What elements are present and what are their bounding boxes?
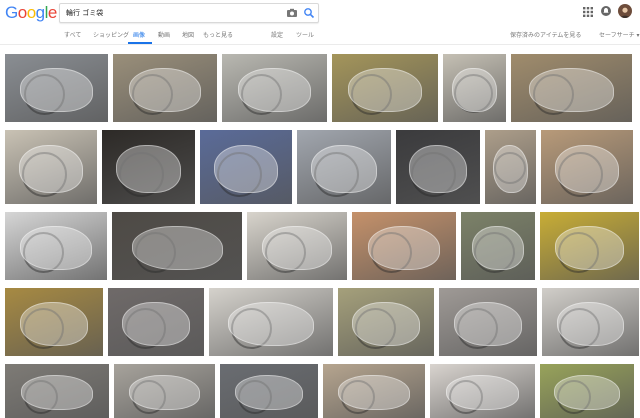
bicycle-wheel-shape (457, 308, 498, 349)
bicycle-wheel-shape (132, 74, 173, 115)
active-tab-indicator (128, 42, 152, 44)
image-result[interactable] (200, 130, 292, 204)
bicycle-wheel-shape (22, 152, 67, 197)
bicycle-wheel-shape (557, 380, 591, 414)
tab-videos[interactable]: 動画 (158, 30, 170, 39)
google-logo[interactable]: Google (5, 3, 57, 23)
logo-letter: e (47, 3, 57, 22)
bicycle-wheel-shape (533, 74, 574, 115)
image-result[interactable] (108, 288, 204, 356)
tab-maps[interactable]: 地図 (182, 30, 194, 39)
image-result[interactable] (430, 364, 535, 418)
logo-letter: G (5, 3, 18, 22)
logo-letter: o (26, 3, 36, 22)
image-result[interactable] (439, 288, 537, 356)
tab-settings[interactable]: 設定 (271, 30, 283, 39)
image-result[interactable] (5, 54, 108, 122)
image-result[interactable] (209, 288, 333, 356)
bicycle-wheel-shape (341, 380, 375, 414)
bicycle-wheel-shape (558, 152, 603, 197)
image-result[interactable] (222, 54, 327, 122)
tab-tools[interactable]: ツール (296, 30, 314, 39)
bicycle-wheel-shape (217, 152, 262, 197)
avatar[interactable] (618, 4, 632, 18)
bicycle-wheel-shape (23, 308, 64, 349)
tab-more[interactable]: もっと見る (203, 30, 233, 39)
bicycle-wheel-shape (231, 308, 272, 349)
logo-letter: g (35, 3, 45, 22)
image-result[interactable] (540, 212, 639, 280)
bicycle-wheel-shape (351, 74, 392, 115)
bicycle-wheel-shape (559, 308, 600, 349)
image-result[interactable] (396, 130, 480, 204)
tab-images[interactable]: 画像 (133, 30, 145, 39)
logo-letter: o (17, 3, 27, 22)
image-result[interactable] (114, 364, 215, 418)
bicycle-wheel-shape (238, 380, 272, 414)
bicycle-wheel-shape (23, 232, 64, 273)
search-icon[interactable] (303, 7, 315, 19)
bicycle-wheel-shape (474, 232, 515, 273)
bicycle-wheel-shape (449, 380, 483, 414)
image-result[interactable] (5, 212, 107, 280)
image-result[interactable] (511, 54, 632, 122)
bicycle-wheel-shape (314, 152, 359, 197)
bicycle-wheel-shape (454, 74, 493, 113)
image-result[interactable] (542, 288, 639, 356)
image-result[interactable] (540, 364, 634, 418)
bell-icon[interactable] (600, 5, 612, 17)
apps-grid-icon[interactable] (583, 7, 593, 17)
image-result[interactable] (220, 364, 318, 418)
bicycle-wheel-shape (241, 74, 282, 115)
image-result[interactable] (113, 54, 217, 122)
image-result[interactable] (338, 288, 434, 356)
bicycle-wheel-shape (24, 380, 58, 414)
image-result[interactable] (5, 130, 97, 204)
image-result[interactable] (443, 54, 506, 122)
bicycle-wheel-shape (135, 232, 176, 273)
bicycle-wheel-shape (24, 74, 65, 115)
camera-icon[interactable] (286, 7, 298, 19)
image-result[interactable] (332, 54, 438, 122)
bicycle-wheel-shape (371, 232, 412, 273)
image-result[interactable] (352, 212, 456, 280)
image-result[interactable] (297, 130, 391, 204)
safe-search-dropdown[interactable]: セーフサーチ ▾ (599, 30, 640, 39)
bicycle-wheel-shape (411, 152, 456, 197)
image-result[interactable] (541, 130, 633, 204)
image-result[interactable] (461, 212, 535, 280)
image-results-grid (0, 46, 640, 418)
bicycle-wheel-shape (265, 232, 306, 273)
image-result[interactable] (247, 212, 347, 280)
image-result[interactable] (323, 364, 425, 418)
image-result[interactable] (112, 212, 242, 280)
bicycle-wheel-shape (125, 308, 166, 349)
search-input[interactable] (66, 7, 276, 19)
image-result[interactable] (5, 288, 103, 356)
image-result[interactable] (102, 130, 195, 204)
bicycle-wheel-shape (558, 232, 599, 273)
saved-items-link[interactable]: 保存済みのアイテムを見る (510, 30, 581, 39)
bicycle-wheel-shape (119, 152, 164, 197)
search-box[interactable] (59, 3, 319, 23)
bicycle-wheel-shape (355, 308, 396, 349)
tab-shopping[interactable]: ショッピング (93, 30, 129, 39)
image-result[interactable] (5, 364, 109, 418)
bicycle-wheel-shape (494, 152, 526, 184)
image-result[interactable] (485, 130, 536, 204)
tab-all[interactable]: すべて (64, 30, 81, 39)
bicycle-wheel-shape (132, 380, 166, 414)
